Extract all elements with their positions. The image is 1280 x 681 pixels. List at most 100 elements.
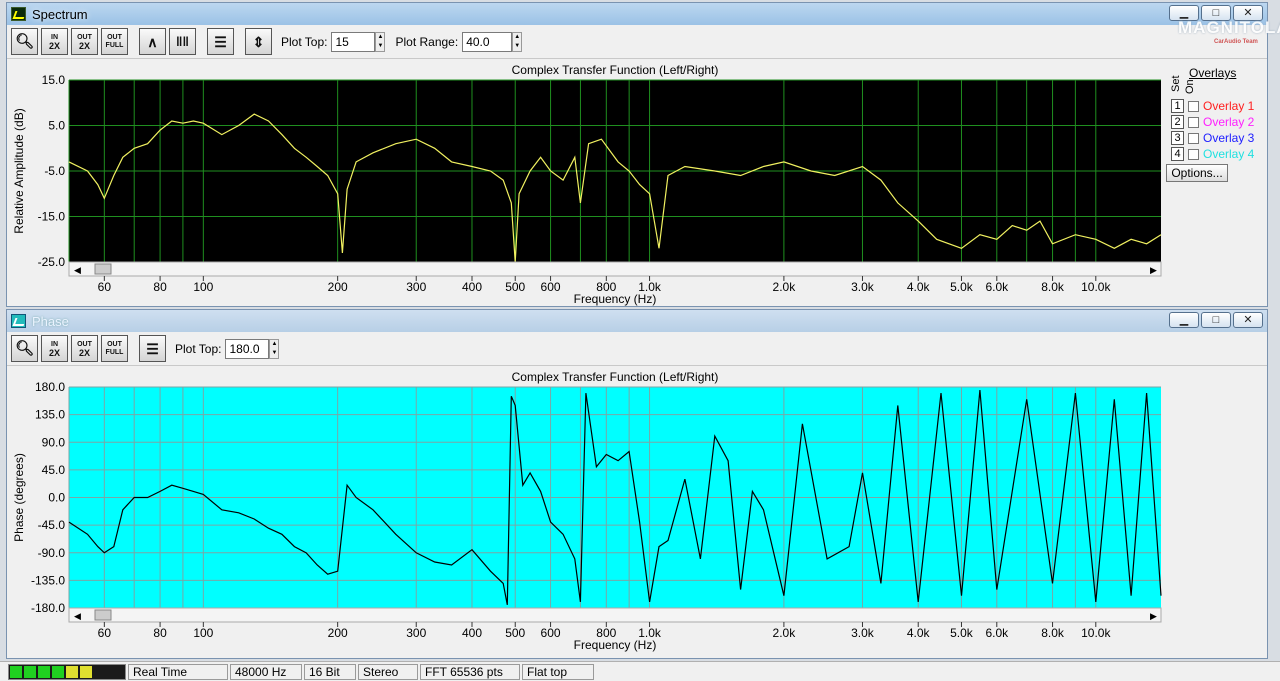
overlay-on-checkbox[interactable] — [1188, 100, 1199, 112]
status-bar: Real Time 48000 Hz 16 Bit Stereo FFT 655… — [0, 661, 1280, 681]
settings-button[interactable]: ☰ — [139, 335, 166, 362]
plot-top-label: Plot Top: — [281, 34, 328, 49]
x-tick-label: 8.0k — [1041, 280, 1065, 294]
line-mode-button[interactable]: ∧ — [139, 28, 166, 55]
overlay-on-checkbox[interactable] — [1188, 132, 1199, 144]
x-tick-label: 500 — [505, 626, 525, 640]
x-tick-label: 300 — [406, 626, 426, 640]
logo-text: MAGNITOLA — [1178, 18, 1280, 37]
y-tick-label: -15.0 — [38, 210, 66, 224]
minimize-button[interactable]: ▁ — [1169, 312, 1199, 328]
panel-icon: ☰ — [146, 340, 159, 357]
y-axis-label: Relative Amplitude (dB) — [12, 108, 26, 233]
y-tick-label: 90.0 — [42, 435, 66, 449]
x-tick-label: 3.0k — [851, 626, 875, 640]
y-tick-label: -90.0 — [38, 546, 66, 560]
phase-plot-top-input[interactable] — [225, 338, 270, 359]
y-axis-label: Phase (degrees) — [12, 453, 26, 542]
overlay-row: 4 Overlay 4 — [1171, 146, 1254, 162]
overlay-label: Overlay 1 — [1203, 99, 1255, 113]
zoom-out-icon-bottom: 2X — [78, 347, 90, 358]
phase-window: Phase ▁ □ ✕ 🔍︎ IN 2X OUT 2X OUT FULL ☰ Plot… — [6, 309, 1268, 659]
autoscale-button[interactable]: ⇕ — [245, 28, 272, 55]
x-tick-label: 600 — [541, 626, 561, 640]
zoom-in-button[interactable]: IN 2X — [41, 335, 68, 362]
plot-range-input[interactable] — [462, 31, 513, 52]
overlay-set-button[interactable]: 3 — [1171, 131, 1184, 145]
settings-button[interactable]: ☰ — [207, 28, 234, 55]
y-tick-label: -180.0 — [31, 601, 65, 615]
phase-plot-top-spinner[interactable]: ▲ ▼ — [269, 338, 280, 359]
x-tick-label: 600 — [541, 280, 561, 294]
y-tick-label: 5.0 — [48, 119, 65, 133]
phase-title: Phase — [32, 313, 69, 329]
magnify-button[interactable]: 🔍︎ — [11, 335, 38, 362]
x-tick-label: 3.0k — [851, 280, 875, 294]
y-tick-label: 180.0 — [35, 380, 65, 394]
options-button[interactable]: Options... — [1166, 164, 1228, 182]
x-tick-label: 100 — [193, 626, 213, 640]
logo-subtext: CarAudio Team — [1214, 39, 1258, 45]
x-axis-label: Frequency (Hz) — [574, 638, 657, 652]
bar-plot-icon: ‖‖ — [176, 33, 189, 49]
x-tick-label: 60 — [98, 626, 112, 640]
y-tick-label: 15.0 — [42, 73, 66, 87]
x-tick-label: 500 — [505, 280, 525, 294]
x-axis-label: Frequency (Hz) — [574, 292, 657, 306]
maximize-button[interactable]: □ — [1201, 312, 1231, 328]
x-tick-label: 2.0k — [773, 626, 797, 640]
status-mode: Real Time — [128, 663, 228, 680]
y-tick-label: -5.0 — [44, 164, 65, 178]
zoom-in-button[interactable]: IN 2X — [41, 28, 68, 55]
plot-top-spinner[interactable]: ▲ ▼ — [375, 31, 386, 52]
overlay-on-checkbox[interactable] — [1188, 148, 1199, 160]
zoom-full-icon-bottom: FULL — [105, 41, 124, 49]
zoom-full-button[interactable]: OUT FULL — [101, 28, 128, 55]
x-tick-label: 400 — [462, 626, 482, 640]
magnify-button[interactable]: 🔍︎ — [11, 28, 38, 55]
zoom-out-button[interactable]: OUT 2X — [71, 335, 98, 362]
plot-range-label: Plot Range: — [395, 34, 459, 49]
phase-window-buttons: ▁ □ ✕ — [1169, 312, 1263, 328]
zoom-full-button[interactable]: OUT FULL — [101, 335, 128, 362]
x-tick-label: 100 — [193, 280, 213, 294]
x-tick-label: 2.0k — [773, 280, 797, 294]
overlay-set-button[interactable]: 4 — [1171, 147, 1184, 161]
overlay-set-button[interactable]: 1 — [1171, 99, 1184, 113]
overlay-on-checkbox[interactable] — [1188, 116, 1199, 128]
close-button[interactable]: ✕ — [1233, 312, 1263, 328]
phase-titlebar[interactable]: Phase ▁ □ ✕ — [7, 310, 1267, 332]
scrollbar-thumb — [94, 263, 112, 275]
x-tick-label: 5.0k — [950, 280, 974, 294]
status-sample-rate: 48000 Hz — [230, 663, 302, 680]
overlays-set-header: Set — [1170, 75, 1182, 92]
x-tick-label: 6.0k — [985, 280, 1009, 294]
plot-range-spinner[interactable]: ▲ ▼ — [512, 31, 523, 52]
plot-top-input[interactable] — [331, 31, 376, 52]
spectrum-titlebar[interactable]: Spectrum ▁ □ ✕ — [7, 3, 1267, 25]
phase-plot-top-label: Plot Top: — [175, 341, 222, 356]
zoom-full-icon-top: OUT — [107, 340, 122, 348]
phase-plot[interactable]: Complex Transfer Function (Left/Right) 18… — [7, 367, 1167, 657]
x-tick-label: 400 — [462, 280, 482, 294]
level-meter — [8, 663, 126, 680]
x-tick-label: 8.0k — [1041, 626, 1065, 640]
y-tick-label: -135.0 — [31, 573, 65, 587]
spectrum-plot[interactable]: Complex Transfer Function (Left/Right) 15… — [7, 60, 1167, 306]
overlay-row: 1 Overlay 1 — [1171, 98, 1254, 114]
x-tick-label: 10.0k — [1081, 626, 1111, 640]
zoom-out-button[interactable]: OUT 2X — [71, 28, 98, 55]
overlay-set-button[interactable]: 2 — [1171, 115, 1184, 129]
status-bit-depth: 16 Bit — [304, 663, 356, 680]
phase-toolbar: 🔍︎ IN2X OUT2X OUTFULL ☰ Plot Top: ▲▼ — [7, 332, 1267, 366]
chart-title: Complex Transfer Function (Left/Right) — [512, 370, 719, 384]
x-tick-label: 6.0k — [985, 626, 1009, 640]
x-tick-label: 60 — [98, 280, 112, 294]
overlay-label: Overlay 2 — [1203, 115, 1255, 129]
panel-icon: ☰ — [214, 33, 227, 50]
x-tick-label: 4.0k — [907, 626, 931, 640]
line-plot-icon: ∧ — [147, 33, 158, 50]
x-tick-label: 4.0k — [907, 280, 931, 294]
y-tick-label: 45.0 — [42, 463, 66, 477]
bar-mode-button[interactable]: ‖‖ — [169, 28, 196, 55]
